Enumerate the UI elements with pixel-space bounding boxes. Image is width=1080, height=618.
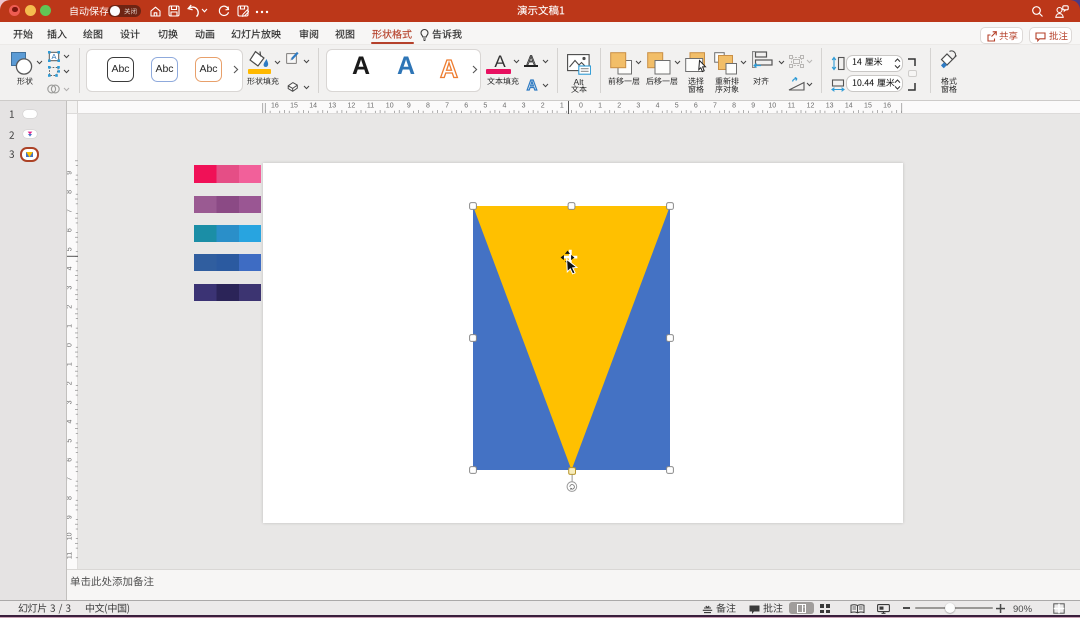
svg-text:0: 0 [579,102,583,109]
svg-text:A: A [51,52,56,61]
svg-text:15: 15 [290,102,298,109]
svg-text:0: 0 [67,342,74,346]
svg-text:5: 5 [67,247,74,251]
svg-text:16: 16 [883,102,891,109]
svg-text:12: 12 [348,102,356,109]
svg-text:5: 5 [67,438,74,442]
svg-text:8: 8 [67,189,74,193]
svg-text:1: 1 [598,102,602,109]
svg-text:7: 7 [713,102,717,109]
svg-text:5: 5 [675,102,679,109]
svg-text:3: 3 [67,400,74,404]
svg-text:6: 6 [67,228,74,232]
svg-text:A: A [527,54,536,66]
svg-text:4: 4 [656,102,660,109]
svg-text:16: 16 [271,102,279,109]
svg-text:13: 13 [328,102,336,109]
svg-text:3: 3 [67,285,74,289]
svg-text:6: 6 [464,102,468,109]
svg-text:A: A [440,56,458,83]
svg-text:4: 4 [67,266,74,270]
svg-text:10: 10 [768,102,776,109]
svg-text:1: 1 [67,362,74,366]
svg-text:6: 6 [67,457,74,461]
svg-text:4: 4 [503,102,507,109]
svg-text:1: 1 [560,102,564,109]
svg-text:2: 2 [541,102,545,109]
svg-text:2: 2 [67,381,74,385]
svg-text:10: 10 [67,532,74,540]
svg-text:9: 9 [67,170,74,174]
svg-text:3: 3 [522,102,526,109]
svg-text:15: 15 [864,102,872,109]
svg-text:1: 1 [67,323,74,327]
svg-text:3: 3 [636,102,640,109]
svg-text:2: 2 [67,304,74,308]
svg-text:14: 14 [309,102,317,109]
svg-text:11: 11 [788,102,795,109]
svg-text:A: A [527,78,538,91]
svg-text:9: 9 [407,102,411,109]
svg-text:4: 4 [67,419,74,423]
svg-text:11: 11 [367,102,374,109]
svg-text:6: 6 [694,102,698,109]
svg-text:8: 8 [426,102,430,109]
svg-text:11: 11 [67,551,74,558]
svg-text:5: 5 [483,102,487,109]
svg-text:7: 7 [67,476,74,480]
svg-text:8: 8 [732,102,736,109]
svg-text:A: A [494,52,506,68]
svg-text:7: 7 [445,102,449,109]
svg-text:2: 2 [617,102,621,109]
svg-text:14: 14 [845,102,853,109]
svg-text:7: 7 [67,209,74,213]
svg-text:9: 9 [67,515,74,519]
svg-text:12: 12 [807,102,815,109]
svg-text:9: 9 [751,102,755,109]
svg-text:8: 8 [67,495,74,499]
svg-text:10: 10 [386,102,394,109]
svg-text:13: 13 [826,102,834,109]
